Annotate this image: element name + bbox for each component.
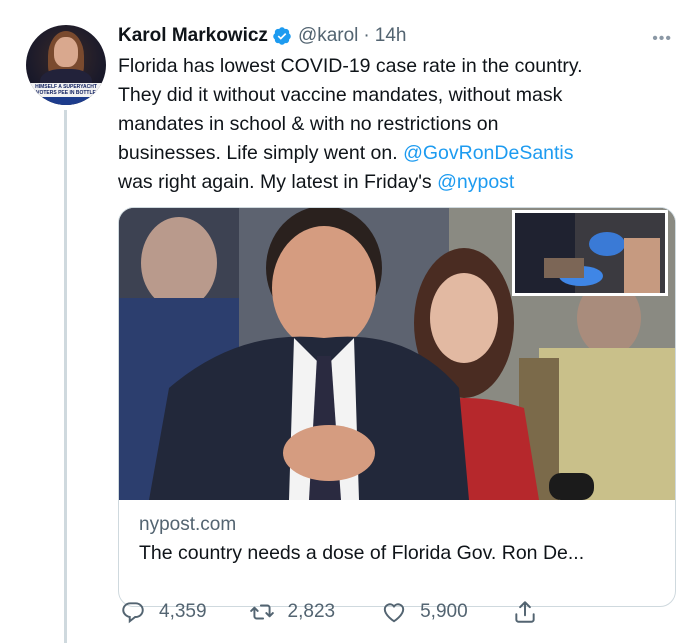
action-bar: 4,359 2,823 5,900 (118, 597, 678, 627)
avatar-face (54, 37, 78, 67)
tweet-text-line: mandates in school & with no restriction… (118, 113, 499, 135)
like-count: 5,900 (420, 601, 468, 622)
tweet-text-line: They did it without vaccine mandates, wi… (118, 84, 563, 106)
retweet-button[interactable]: 2,823 (249, 599, 336, 625)
tweet: Karol Markowicz @karol · 14h ••• Florida… (118, 22, 678, 624)
tweet-timestamp[interactable]: 14h (375, 25, 407, 47)
thread-line (64, 110, 67, 643)
tweet-text: Florida has lowest COVID-19 case rate in… (118, 52, 658, 197)
mention-link[interactable]: @nypost (437, 171, 514, 193)
author-name[interactable]: Karol Markowicz (118, 25, 268, 47)
card-image[interactable] (119, 208, 675, 500)
reply-button[interactable]: 4,359 (120, 599, 207, 625)
author-avatar-column: HIMSELF A SUPERYACHT VOTERS PEE IN BOTTL… (26, 25, 106, 105)
more-dots-icon[interactable]: ••• (652, 30, 672, 48)
verified-badge-icon (273, 27, 291, 45)
avatar-chyron: HIMSELF A SUPERYACHT VOTERS PEE IN BOTTL… (26, 83, 106, 97)
reply-icon (122, 602, 144, 624)
tweet-text-line: businesses. Life simply went on. (118, 142, 404, 164)
like-button[interactable]: 5,900 (381, 599, 468, 625)
card-photo-illustration (119, 208, 675, 500)
heart-icon (383, 603, 405, 623)
avatar-chyron-bar (26, 97, 106, 105)
tweet-text-line: Florida has lowest COVID-19 case rate in… (118, 55, 583, 77)
card-domain: nypost.com (139, 514, 237, 535)
card-title[interactable]: The country needs a dose of Florida Gov.… (139, 542, 655, 565)
retweet-icon (249, 604, 274, 620)
card-meta: nypost.com The country needs a dose of F… (119, 500, 675, 565)
mention-link[interactable]: @GovRonDeSantis (403, 142, 573, 164)
avatar[interactable]: HIMSELF A SUPERYACHT VOTERS PEE IN BOTTL… (26, 25, 106, 105)
tweet-header: Karol Markowicz @karol · 14h (118, 22, 678, 50)
reply-count: 4,359 (159, 601, 207, 622)
link-card[interactable]: nypost.com The country needs a dose of F… (118, 207, 676, 607)
share-button[interactable] (512, 599, 551, 625)
separator-dot: · (363, 25, 370, 46)
tweet-text-line: was right again. My latest in Friday's (118, 171, 438, 193)
author-handle[interactable]: @karol (298, 25, 358, 47)
retweet-count: 2,823 (287, 601, 336, 622)
share-icon (514, 601, 535, 623)
